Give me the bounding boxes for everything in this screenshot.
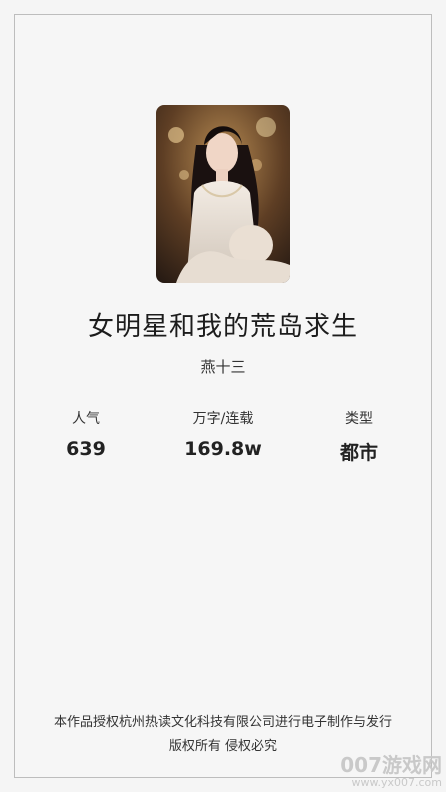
book-author[interactable]: 燕十三 xyxy=(0,356,446,377)
stat-genre-label: 类型 xyxy=(345,411,373,427)
stat-word-count-value: 169.8w xyxy=(184,438,262,460)
book-cover-image[interactable] xyxy=(156,105,290,283)
stat-word-count: 万字/连载 169.8w xyxy=(163,408,283,460)
stat-genre: 类型 都市 xyxy=(299,408,419,465)
stat-popularity-value: 639 xyxy=(66,438,106,460)
stat-genre-value: 都市 xyxy=(339,442,378,464)
book-title: 女明星和我的荒岛求生 xyxy=(87,312,358,342)
rights-reserved-notice: 版权所有 侵权必究 xyxy=(168,739,278,754)
copyright-notice: 本作品授权杭州热读文化科技有限公司进行电子制作与发行 xyxy=(53,715,392,730)
site-watermark: 007游戏网 www.yx007.com xyxy=(332,755,442,788)
stat-popularity: 人气 639 xyxy=(26,408,146,460)
stat-popularity-label: 人气 xyxy=(72,411,100,427)
watermark-url: www.yx007.com xyxy=(351,776,442,789)
watermark-brand: 007游戏网 xyxy=(340,753,442,777)
stat-word-count-label: 万字/连载 xyxy=(192,411,254,427)
